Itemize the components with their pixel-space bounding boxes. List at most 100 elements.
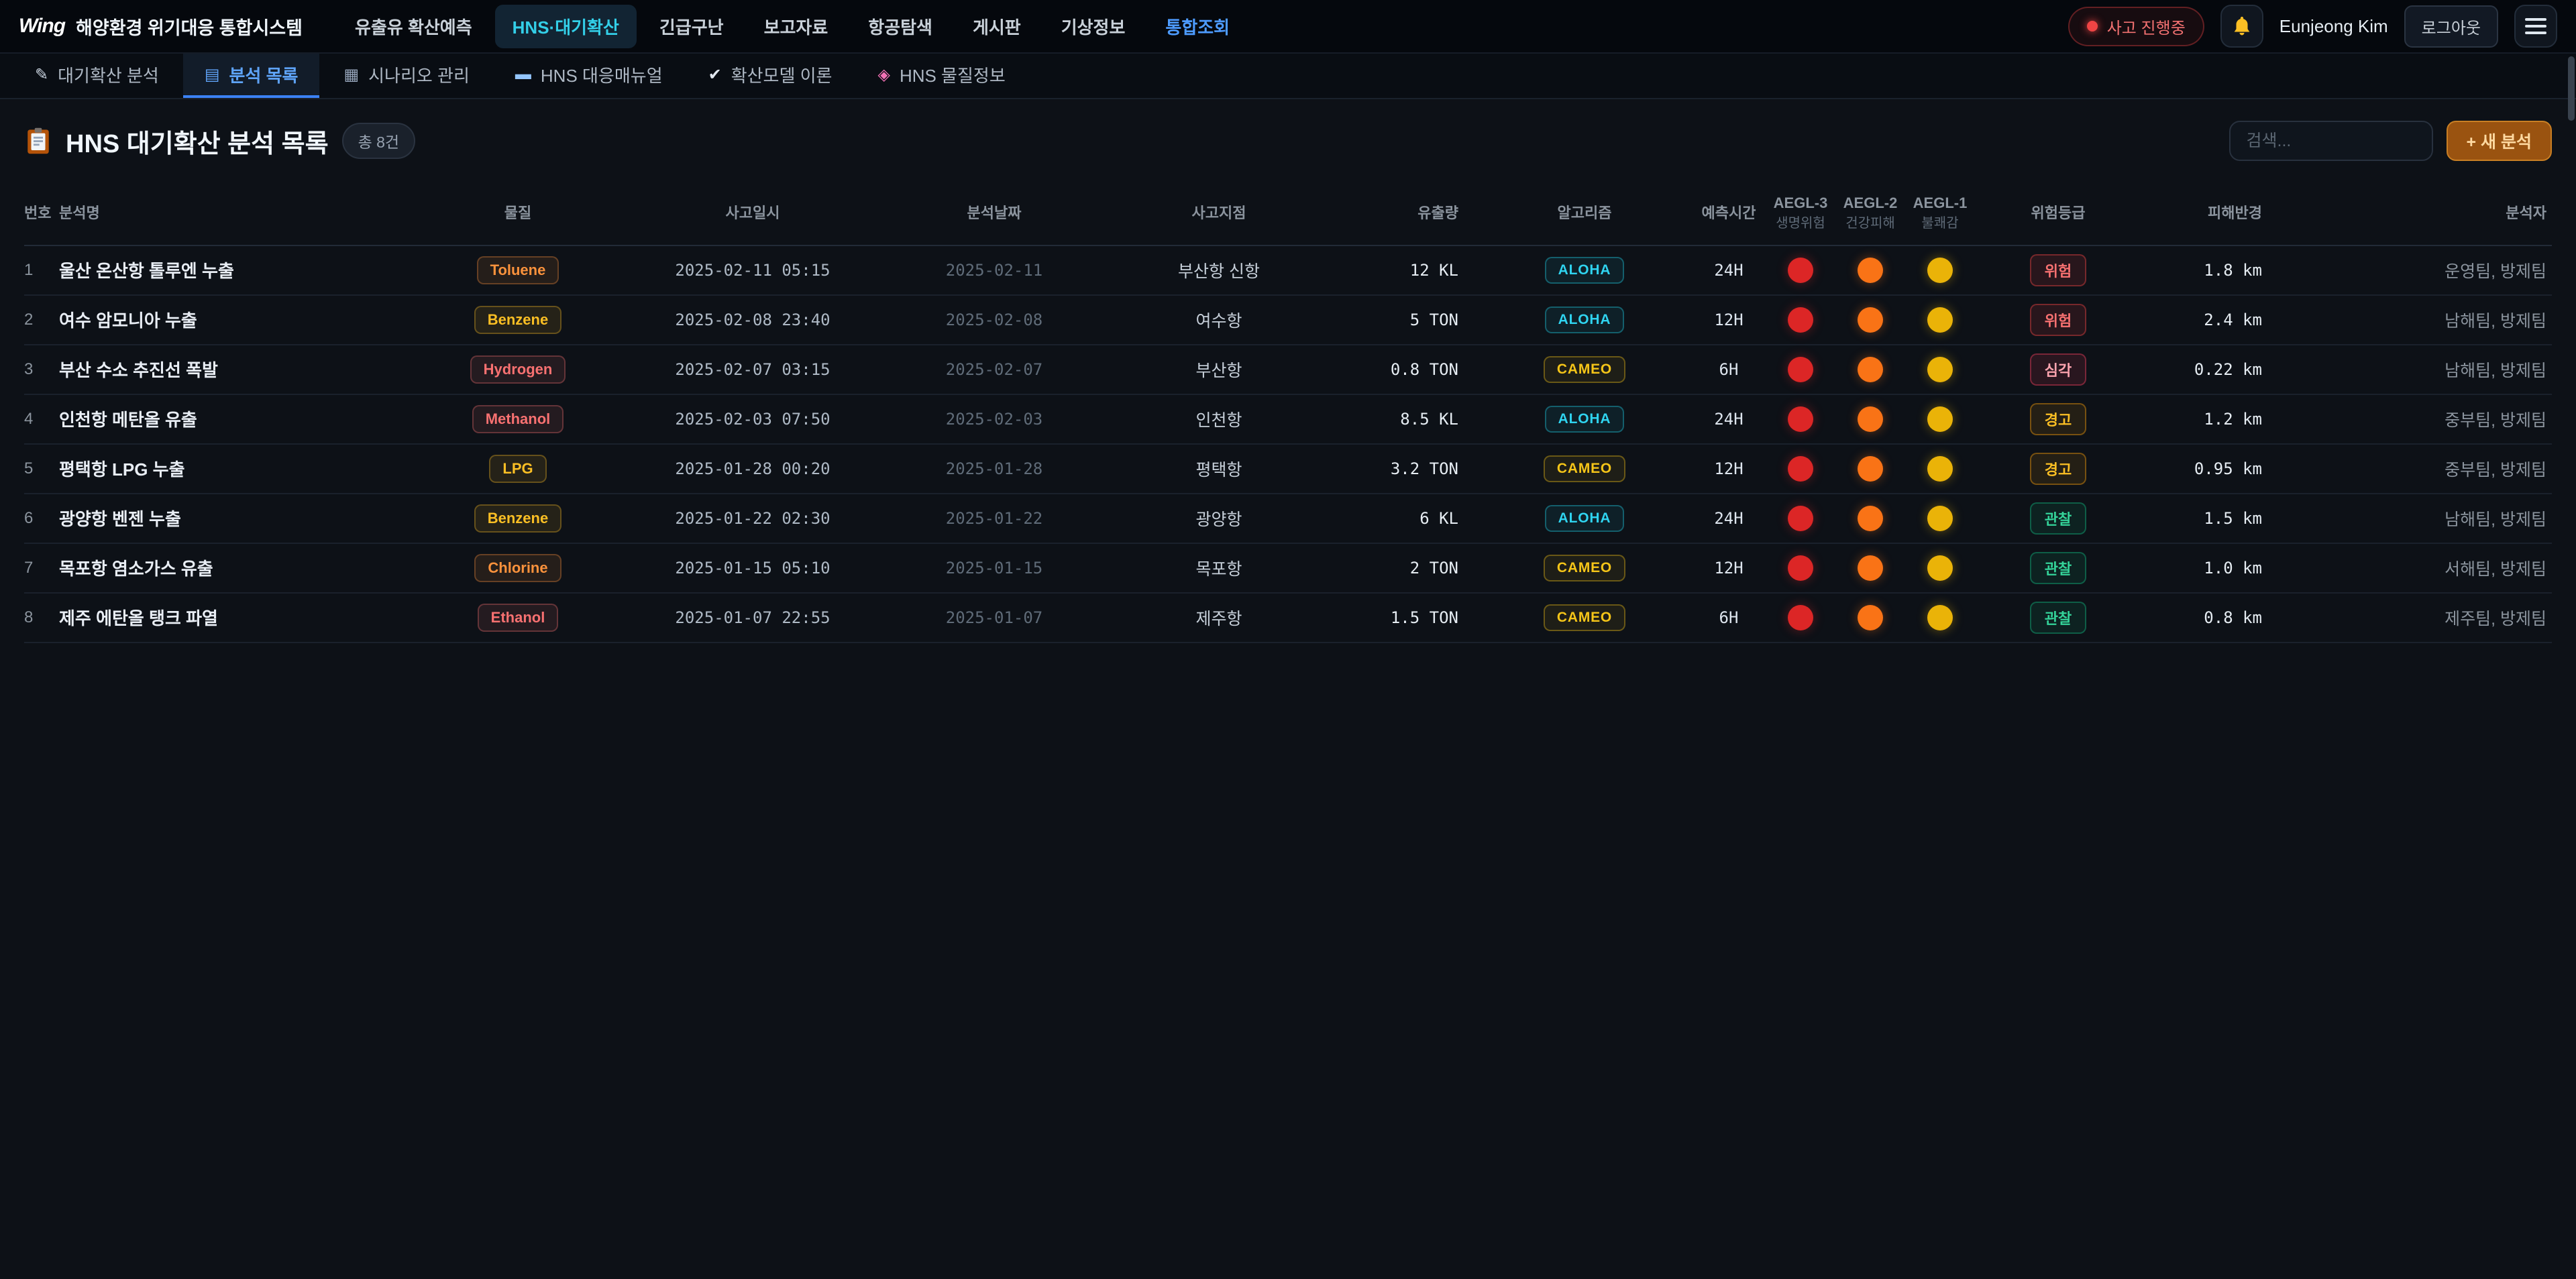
damage-radius: 0.8 km	[2141, 593, 2275, 643]
main-menu-item[interactable]: 항공탐색	[851, 5, 950, 48]
logo[interactable]: Wing 해양환경 위기대응 통합시스템	[19, 13, 303, 40]
accident-location: 부산항	[1095, 345, 1343, 394]
algorithm-badge: ALOHA	[1545, 505, 1625, 532]
search-input[interactable]	[2229, 121, 2433, 161]
analyst: 운영팀, 방제팀	[2275, 245, 2552, 295]
aegl3-indicator-icon	[1788, 406, 1813, 432]
aegl3-indicator-icon	[1788, 307, 1813, 333]
new-analysis-button[interactable]: + 새 분석	[2447, 121, 2553, 161]
alert-dot-icon	[2087, 21, 2098, 32]
aegl2-indicator-icon	[1858, 258, 1883, 283]
accident-location: 평택항	[1095, 444, 1343, 494]
user-name: Eunjeong Kim	[2279, 16, 2388, 37]
spill-amount: 1.5 TON	[1343, 593, 1477, 643]
substance-badge: LPG	[489, 455, 546, 483]
main-menu-item[interactable]: HNS·대기확산	[495, 5, 637, 48]
tab-item[interactable]: ▦ 시나리오 관리	[322, 54, 490, 98]
table-row[interactable]: 4 인천항 메탄올 유출 Methanol 2025-02-03 07:50 2…	[24, 394, 2552, 444]
column-header-radius: 피해반경	[2141, 182, 2275, 245]
row-number: 5	[24, 444, 59, 494]
column-header-aegl2: AEGL-2건강피해	[1835, 182, 1905, 245]
main-menu-item[interactable]: 보고자료	[747, 5, 846, 48]
aegl3-indicator-icon	[1788, 506, 1813, 531]
analysis-name: 울산 온산항 톨루엔 누출	[59, 245, 424, 295]
analysis-name: 제주 에탄올 탱크 파열	[59, 593, 424, 643]
hamburger-menu-button[interactable]	[2514, 5, 2557, 48]
risk-grade-badge: 경고	[2030, 453, 2086, 485]
analysis-date: 2025-01-28	[894, 444, 1095, 494]
risk-grade-badge: 위험	[2030, 254, 2086, 286]
table-row[interactable]: 5 평택항 LPG 누출 LPG 2025-01-28 00:20 2025-0…	[24, 444, 2552, 494]
analyst: 서해팀, 방제팀	[2275, 543, 2552, 593]
page-header: HNS 대기확산 분석 목록 총 8건 + 새 분석	[24, 121, 2552, 161]
notifications-button[interactable]	[2220, 5, 2263, 48]
table-row[interactable]: 3 부산 수소 추진선 폭발 Hydrogen 2025-02-07 03:15…	[24, 345, 2552, 394]
column-header-algorithm: 알고리즘	[1477, 182, 1692, 245]
prediction-hours: 12H	[1692, 444, 1766, 494]
table-row[interactable]: 6 광양항 벤젠 누출 Benzene 2025-01-22 02:30 202…	[24, 494, 2552, 543]
accident-location: 광양항	[1095, 494, 1343, 543]
row-number: 8	[24, 593, 59, 643]
main-menu-item[interactable]: 게시판	[955, 5, 1038, 48]
accident-location: 제주항	[1095, 593, 1343, 643]
main-menu-item[interactable]: 기상정보	[1044, 5, 1143, 48]
spill-amount: 0.8 TON	[1343, 345, 1477, 394]
table-row[interactable]: 7 목포항 염소가스 유출 Chlorine 2025-01-15 05:10 …	[24, 543, 2552, 593]
column-header-analyst: 분석자	[2275, 182, 2552, 245]
analysis-date: 2025-02-03	[894, 394, 1095, 444]
main-menu-item[interactable]: 통합조회	[1148, 5, 1247, 48]
page-title: HNS 대기확산 분석 목록	[66, 123, 329, 160]
tab-label: HNS 물질정보	[900, 62, 1006, 87]
tab-item[interactable]: ◈ HNS 물질정보	[856, 54, 1026, 98]
risk-grade-badge: 관찰	[2030, 602, 2086, 634]
analyst: 남해팀, 방제팀	[2275, 494, 2552, 543]
main-menu: 유출유 확산예측HNS·대기확산긴급구난보고자료항공탐색게시판기상정보통합조회	[337, 5, 1247, 48]
scrollbar-thumb[interactable]	[2568, 56, 2575, 121]
substance-badge: Hydrogen	[470, 355, 566, 384]
grid-icon: ▦	[343, 65, 359, 85]
table-row[interactable]: 1 울산 온산항 톨루엔 누출 Toluene 2025-02-11 05:15…	[24, 245, 2552, 295]
logout-button[interactable]: 로그아웃	[2404, 5, 2498, 48]
analyst: 중부팀, 방제팀	[2275, 444, 2552, 494]
tab-item[interactable]: ✎ 대기확산 분석	[13, 54, 180, 98]
column-header-aegl1: AEGL-1불쾌감	[1905, 182, 1975, 245]
analysis-table: 번호분석명물질사고일시분석날짜사고지점유출량알고리즘예측시간AEGL-3생명위험…	[24, 182, 2552, 643]
accident-datetime: 2025-01-28 00:20	[612, 444, 894, 494]
top-navbar: Wing 해양환경 위기대응 통합시스템 유출유 확산예측HNS·대기확산긴급구…	[0, 0, 2576, 54]
app-title: 해양환경 위기대응 통합시스템	[76, 13, 303, 40]
main-menu-item[interactable]: 유출유 확산예측	[337, 5, 490, 48]
navbar-left: Wing 해양환경 위기대응 통합시스템 유출유 확산예측HNS·대기확산긴급구…	[19, 5, 1247, 48]
aegl1-indicator-icon	[1927, 307, 1953, 333]
app-root: Wing 해양환경 위기대응 통합시스템 유출유 확산예측HNS·대기확산긴급구…	[0, 0, 2576, 643]
incident-status-badge: 사고 진행중	[2068, 7, 2204, 46]
substance-badge: Benzene	[474, 504, 561, 533]
analysis-date: 2025-01-22	[894, 494, 1095, 543]
spill-amount: 2 TON	[1343, 543, 1477, 593]
analysis-name: 평택항 LPG 누출	[59, 444, 424, 494]
column-header-date: 분석날짜	[894, 182, 1095, 245]
tab-item[interactable]: ✔ 확산모델 이론	[687, 54, 854, 98]
analysis-name: 여수 암모니아 누출	[59, 295, 424, 345]
aegl1-indicator-icon	[1927, 506, 1953, 531]
row-number: 2	[24, 295, 59, 345]
spill-amount: 8.5 KL	[1343, 394, 1477, 444]
main-menu-item[interactable]: 긴급구난	[642, 5, 741, 48]
aegl1-indicator-icon	[1927, 456, 1953, 482]
prediction-hours: 12H	[1692, 543, 1766, 593]
tab-item[interactable]: ▤ 분석 목록	[183, 54, 320, 98]
risk-grade-badge: 관찰	[2030, 502, 2086, 535]
column-header-substance: 물질	[424, 182, 612, 245]
flask-icon: ◈	[877, 65, 890, 85]
damage-radius: 1.2 km	[2141, 394, 2275, 444]
table-row[interactable]: 2 여수 암모니아 누출 Benzene 2025-02-08 23:40 20…	[24, 295, 2552, 345]
tab-item[interactable]: ▬ HNS 대응매뉴얼	[494, 54, 684, 98]
aegl1-indicator-icon	[1927, 258, 1953, 283]
bell-icon	[2231, 15, 2253, 38]
analyst: 남해팀, 방제팀	[2275, 295, 2552, 345]
aegl3-indicator-icon	[1788, 456, 1813, 482]
page-header-right: + 새 분석	[2229, 121, 2553, 161]
table-row[interactable]: 8 제주 에탄올 탱크 파열 Ethanol 2025-01-07 22:55 …	[24, 593, 2552, 643]
substance-badge: Methanol	[472, 405, 564, 433]
analyst: 중부팀, 방제팀	[2275, 394, 2552, 444]
column-header-hours: 예측시간	[1692, 182, 1766, 245]
